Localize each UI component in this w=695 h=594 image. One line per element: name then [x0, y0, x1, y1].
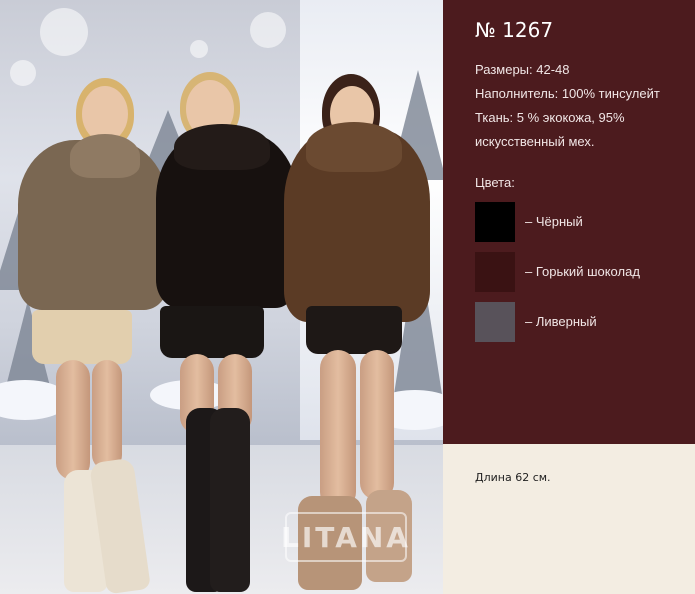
filling-text: Наполнитель: 100% тинсулейт [475, 86, 660, 101]
length-text: Длина 62 см. [475, 471, 551, 484]
sizes-text: Размеры: 42-48 [475, 62, 570, 77]
product-photo: LITANA [0, 0, 443, 594]
fabric-text-line2: искусственный мех. [475, 134, 595, 149]
fabric-text-line1: Ткань: 5 % экокожа, 95% [475, 110, 625, 125]
bokeh-light [250, 12, 286, 48]
color-swatch-liver [475, 302, 515, 342]
bokeh-light [190, 40, 208, 58]
colors-title: Цвета: [475, 175, 515, 190]
color-swatch-chocolate [475, 252, 515, 292]
info-panel: № 1267 Размеры: 42-48 Наполнитель: 100% … [443, 0, 695, 444]
length-section: Длина 62 см. [443, 444, 695, 594]
bokeh-light [10, 60, 36, 86]
color-label-chocolate: – Горький шоколад [525, 264, 640, 279]
brand-logo-watermark: LITANA [281, 512, 408, 562]
shorts [32, 310, 132, 364]
color-label-black: – Чёрный [525, 214, 583, 229]
color-label-liver: – Ливерный [525, 314, 597, 329]
shorts [306, 306, 402, 354]
bokeh-light [40, 8, 88, 56]
product-number: № 1267 [475, 18, 554, 42]
shorts [160, 306, 264, 358]
boot [210, 408, 250, 592]
color-swatch-black [475, 202, 515, 242]
